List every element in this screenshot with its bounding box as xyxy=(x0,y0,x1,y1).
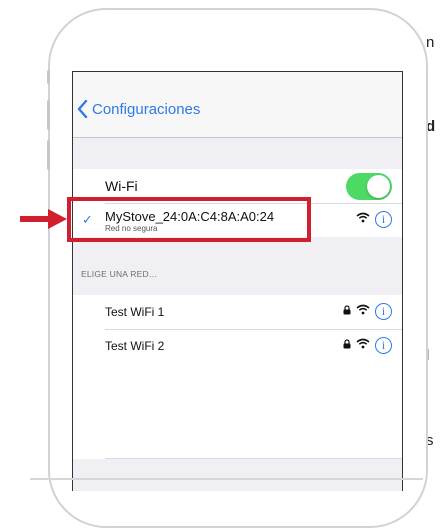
lock-icon xyxy=(343,302,351,320)
wifi-label: Wi-Fi xyxy=(105,178,138,194)
toggle-knob xyxy=(367,175,390,198)
list-item[interactable]: Test WiFi 1 i xyxy=(73,295,402,329)
info-icon[interactable]: i xyxy=(375,210,392,228)
phone-side-button xyxy=(47,100,50,130)
wifi-signal-icon xyxy=(356,210,370,228)
highlight-box xyxy=(67,197,311,242)
empty-list-area xyxy=(73,363,402,458)
margin-text-1: n xyxy=(426,34,435,51)
back-button[interactable]: Configuraciones xyxy=(77,100,200,118)
navigation-bar: Configuraciones xyxy=(73,72,402,138)
phone-screen: Configuraciones Wi-Fi ✓ MyStove_24:0A:C4… xyxy=(72,71,403,491)
wifi-signal-icon xyxy=(356,336,370,354)
lock-icon xyxy=(343,336,351,354)
arrow-right-icon xyxy=(20,209,68,234)
divider xyxy=(105,458,402,459)
section-header: ELIGE UNA RED… xyxy=(81,269,158,279)
network-name: Test WiFi 2 xyxy=(105,339,165,353)
back-button-label: Configuraciones xyxy=(92,100,201,118)
network-name: Test WiFi 1 xyxy=(105,305,165,319)
network-list: Test WiFi 1 i Test WiFi 2 i xyxy=(73,295,402,459)
chevron-left-icon xyxy=(77,100,88,118)
network-icons: i xyxy=(343,302,392,320)
network-icons: i xyxy=(343,336,392,354)
info-icon[interactable]: i xyxy=(375,336,392,354)
list-item[interactable]: Test WiFi 2 i xyxy=(73,329,402,363)
info-icon[interactable]: i xyxy=(375,302,392,320)
wifi-signal-icon xyxy=(356,302,370,320)
bottom-divider xyxy=(30,478,423,480)
phone-side-button xyxy=(47,140,50,170)
phone-side-button xyxy=(47,70,50,84)
network-icons: i xyxy=(356,210,392,228)
wifi-toggle[interactable] xyxy=(346,173,392,200)
